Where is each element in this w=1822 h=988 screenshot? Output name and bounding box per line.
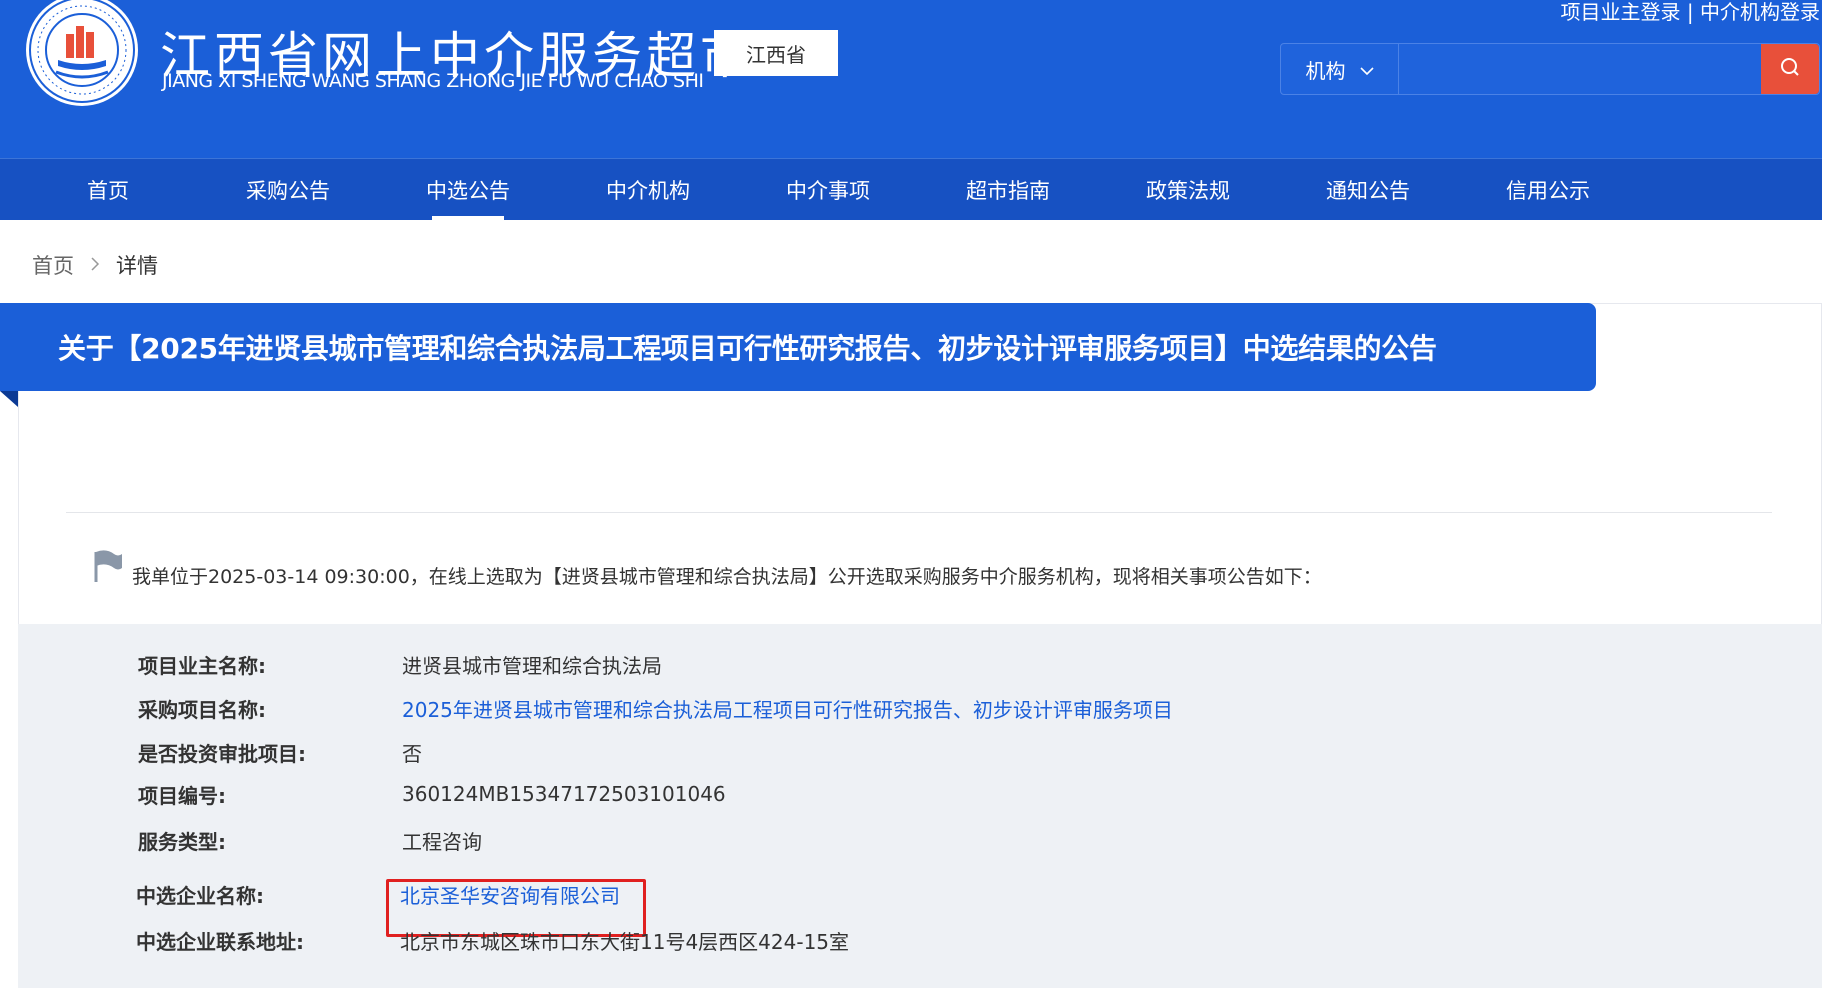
page: 江西省网上中介服务超市 JIANG XI SHENG WANG SHANG ZH…: [0, 0, 1822, 988]
site-subtitle: JIANG XI SHENG WANG SHANG ZHONG JIE FU W…: [162, 70, 704, 92]
detail-value: 否: [402, 741, 422, 766]
nav-item-matters[interactable]: 中介事项: [758, 159, 898, 220]
site-logo-icon[interactable]: [18, 0, 146, 118]
agency-login-link[interactable]: 中介机构登录: [1700, 0, 1820, 24]
detail-value: 北京市东城区珠市口东大街11号4层西区424-15室: [400, 929, 850, 954]
detail-value: 360124MB15347172503101046: [402, 782, 726, 806]
article-intro: 我单位于2025-03-14 09:30:00，在线上选取为【进贤县城市管理和综…: [92, 548, 1322, 589]
search-icon: [1779, 56, 1801, 82]
chevron-right-icon: [90, 253, 100, 277]
details-panel: 项目业主名称: 进贤县城市管理和综合执法局 采购项目名称: 2025年进贤县城市…: [18, 624, 1822, 988]
article-title-bar: 关于【2025年进贤县城市管理和综合执法局工程项目可行性研究报告、初步设计评审服…: [0, 303, 1596, 391]
flag-icon: [92, 548, 124, 588]
search-type-dropdown[interactable]: 机构: [1281, 44, 1399, 94]
search-input[interactable]: [1399, 44, 1761, 94]
breadcrumb-home[interactable]: 首页: [32, 250, 74, 280]
search-type-label: 机构: [1305, 58, 1346, 83]
intro-text: 我单位于2025-03-14 09:30:00，在线上选取为【进贤县城市管理和综…: [132, 566, 1322, 588]
main-nav: 首页 采购公告 中选公告 中介机构 中介事项 超市指南 政策法规 通知公告 信用…: [0, 158, 1822, 220]
nav-item-notices[interactable]: 通知公告: [1298, 159, 1438, 220]
detail-value: 工程咨询: [402, 829, 482, 854]
login-separator: |: [1680, 0, 1700, 24]
nav-item-policy[interactable]: 政策法规: [1118, 159, 1258, 220]
detail-value: 进贤县城市管理和综合执法局: [402, 653, 662, 678]
detail-label: 是否投资审批项目:: [138, 741, 306, 766]
search-box: 机构: [1280, 43, 1820, 95]
detail-label: 采购项目名称:: [138, 697, 266, 722]
nav-item-procurement[interactable]: 采购公告: [218, 159, 358, 220]
breadcrumb-current: 详情: [116, 254, 158, 278]
nav-item-agencies[interactable]: 中介机构: [578, 159, 718, 220]
owner-login-link[interactable]: 项目业主登录: [1561, 0, 1681, 24]
nav-item-selection[interactable]: 中选公告: [398, 159, 538, 220]
search-button[interactable]: [1761, 44, 1819, 94]
project-name-link[interactable]: 2025年进贤县城市管理和综合执法局工程项目可行性研究报告、初步设计评审服务项目: [402, 694, 1173, 723]
site-header: 江西省网上中介服务超市 JIANG XI SHENG WANG SHANG ZH…: [0, 0, 1822, 158]
detail-label: 中选企业名称:: [136, 883, 264, 908]
region-selector-button[interactable]: 江西省: [714, 30, 838, 76]
detail-label: 中选企业联系地址:: [136, 929, 304, 954]
title-fold-decoration: [0, 391, 18, 407]
nav-item-home[interactable]: 首页: [38, 159, 178, 220]
article-title: 关于【2025年进贤县城市管理和综合执法局工程项目可行性研究报告、初步设计评审服…: [58, 332, 1437, 365]
detail-label: 项目业主名称:: [138, 653, 266, 678]
chevron-down-icon: [1359, 57, 1374, 81]
nav-item-credit[interactable]: 信用公示: [1478, 159, 1618, 220]
divider: [66, 512, 1772, 513]
login-links: 项目业主登录 | 中介机构登录: [1561, 0, 1820, 25]
detail-label: 项目编号:: [138, 783, 226, 808]
nav-item-guide[interactable]: 超市指南: [938, 159, 1078, 220]
detail-label: 服务类型:: [138, 829, 226, 854]
breadcrumb: 首页 详情: [32, 250, 158, 280]
